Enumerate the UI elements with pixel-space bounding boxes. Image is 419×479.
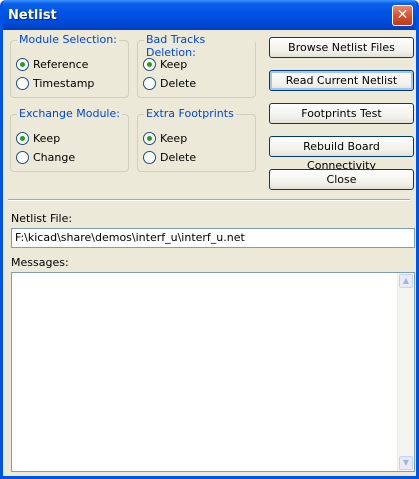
radio-exchange-keep[interactable]: Keep xyxy=(16,130,60,146)
module-selection-group: Module Selection: Reference Timestamp xyxy=(10,33,129,98)
netlist-dialog: Netlist ✕ Module Selection: Reference Ti… xyxy=(0,0,419,479)
radio-tracks-keep-label: Keep xyxy=(160,57,188,71)
radio-footprints-delete-label: Delete xyxy=(160,150,197,164)
extra-footprints-title: Extra Footprints xyxy=(144,107,236,120)
scroll-down-arrow-icon[interactable]: ▼ xyxy=(399,456,413,470)
messages-label: Messages: xyxy=(11,256,69,269)
messages-scrollbar[interactable]: ▲ ▼ xyxy=(397,273,414,471)
netlist-file-input[interactable]: F:\kicad\share\demos\interf_u\interf_u.n… xyxy=(11,228,415,248)
radio-reference-indicator[interactable] xyxy=(16,57,29,71)
close-icon: ✕ xyxy=(396,7,409,23)
radio-timestamp-label: Timestamp xyxy=(33,76,95,90)
netlist-file-label: Netlist File: xyxy=(11,212,73,225)
radio-footprints-keep[interactable]: Keep xyxy=(143,130,187,146)
radio-exchange-change[interactable]: Change xyxy=(16,149,75,165)
separator xyxy=(8,199,410,201)
radio-timestamp-indicator[interactable] xyxy=(16,76,29,90)
bad-tracks-deletion-group: Bad Tracks Deletion: Keep Delete xyxy=(137,33,256,98)
radio-exchange-change-indicator[interactable] xyxy=(16,150,29,164)
radio-footprints-delete-indicator[interactable] xyxy=(143,150,156,164)
read-current-netlist-button[interactable]: Read Current Netlist xyxy=(269,70,414,91)
window-close-button[interactable]: ✕ xyxy=(392,5,413,26)
radio-exchange-change-label: Change xyxy=(33,150,76,164)
messages-textarea[interactable]: ▲ ▼ xyxy=(11,272,415,472)
exchange-module-title: Exchange Module: xyxy=(17,107,122,120)
extra-footprints-group: Extra Footprints Keep Delete xyxy=(137,107,256,172)
radio-footprints-delete[interactable]: Delete xyxy=(143,149,196,165)
scroll-up-arrow-icon[interactable]: ▲ xyxy=(399,274,413,288)
title-bar[interactable]: Netlist ✕ xyxy=(3,0,416,30)
radio-reference-label: Reference xyxy=(33,57,89,71)
footprints-test-button[interactable]: Footprints Test xyxy=(269,103,414,124)
rebuild-board-connectivity-button[interactable]: Rebuild Board Connectivity xyxy=(269,136,414,172)
radio-reference[interactable]: Reference xyxy=(16,56,88,72)
browse-netlist-files-button[interactable]: Browse Netlist Files xyxy=(269,37,414,58)
close-button[interactable]: Close xyxy=(269,169,414,190)
radio-footprints-keep-indicator[interactable] xyxy=(143,131,156,145)
radio-tracks-delete-indicator[interactable] xyxy=(143,76,156,90)
radio-footprints-keep-label: Keep xyxy=(160,131,188,145)
radio-exchange-keep-label: Keep xyxy=(33,131,61,145)
radio-tracks-keep[interactable]: Keep xyxy=(143,56,187,72)
radio-tracks-delete-label: Delete xyxy=(160,76,197,90)
radio-exchange-keep-indicator[interactable] xyxy=(16,131,29,145)
exchange-module-group: Exchange Module: Keep Change xyxy=(10,107,129,172)
module-selection-title: Module Selection: xyxy=(17,33,119,46)
window-title: Netlist xyxy=(8,8,57,23)
radio-timestamp[interactable]: Timestamp xyxy=(16,75,94,91)
radio-tracks-delete[interactable]: Delete xyxy=(143,75,196,91)
radio-tracks-keep-indicator[interactable] xyxy=(143,57,156,71)
